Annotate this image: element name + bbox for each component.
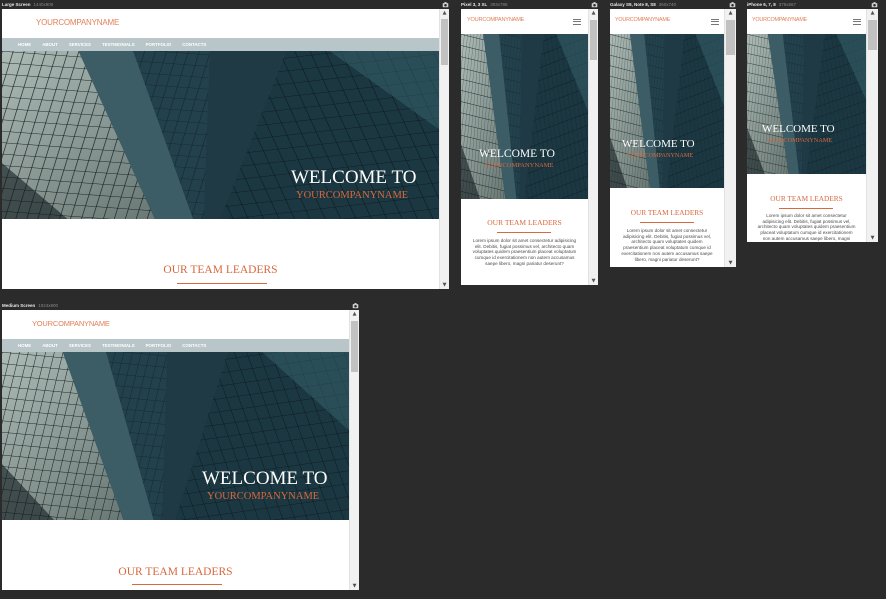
hero-banner: WELCOME TO YOURCOMPANYNAME: [461, 34, 588, 199]
scroll-up-arrow-icon[interactable]: ▲: [350, 310, 359, 318]
nav-item-services[interactable]: SERVICES: [69, 42, 91, 47]
hero-welcome-text: WELCOME TO: [291, 167, 417, 188]
device-frame-iphone: iPhone 6, 7, 8 375x667 YOURCOMPANYNAME WE…: [747, 2, 878, 242]
section-title: OUR TEAM LEADERS: [118, 566, 233, 578]
camera-icon[interactable]: [352, 302, 359, 309]
device-frame-galaxy: Galaxy S9, Note 8, S8 360x740 YOURCOMPANY…: [610, 2, 736, 267]
section-title: OUR TEAM LEADERS: [630, 208, 704, 217]
website-page: YOURCOMPANYNAME WELCOME TO YOURCOMPANYNA…: [610, 9, 724, 267]
scroll-up-arrow-icon[interactable]: ▲: [867, 9, 878, 17]
hero-building-image: [461, 34, 588, 199]
hero-company-text: YOURCOMPANYNAME: [627, 152, 694, 159]
section-title-underline: [640, 222, 694, 223]
scrollbar-thumb[interactable]: [351, 321, 358, 372]
section-text: Lorem ipsum dolor sit amet consectetur a…: [621, 228, 713, 262]
scrollbar[interactable]: ▲ ▼: [866, 9, 878, 242]
device-frame-pixel: Pixel 3, 3 XL 393x786 YOURCOMPANYNAME WEL…: [461, 2, 598, 285]
hamburger-menu-icon[interactable]: [711, 19, 719, 25]
company-logo[interactable]: YOURCOMPANYNAME: [615, 17, 670, 23]
nav-item-portfolio[interactable]: PORTFOLIO: [146, 42, 172, 47]
hero-company-text: YOURCOMPANYNAME: [484, 162, 554, 169]
hamburger-menu-icon[interactable]: [573, 19, 581, 25]
scrollbar[interactable]: ▲ ▼: [588, 9, 598, 285]
device-frame-large: Large Screen 1440x900 YOURCOMPANYNAME HOM…: [2, 2, 449, 289]
nav-item-home[interactable]: HOME: [18, 42, 31, 47]
company-logo[interactable]: YOURCOMPANYNAME: [32, 319, 110, 328]
camera-icon[interactable]: [591, 1, 598, 8]
section-title: OUR TEAM LEADERS: [487, 218, 562, 227]
nav-bar: HOME ABOUT SERVICES TESTIMONIALS PORTFOL…: [2, 339, 349, 352]
scroll-down-arrow-icon[interactable]: ▼: [350, 582, 359, 590]
hero-banner: WELCOME TO YOURCOMPANYNAME: [610, 34, 724, 188]
hero-banner: WELCOME TO YOURCOMPANYNAME: [2, 352, 349, 520]
scroll-up-arrow-icon[interactable]: ▲: [725, 9, 736, 17]
hero-building-image: [747, 34, 866, 174]
nav-item-portfolio[interactable]: PORTFOLIO: [146, 343, 172, 348]
company-logo[interactable]: YOURCOMPANYNAME: [752, 17, 807, 23]
nav-item-testimonials[interactable]: TESTIMONIALS: [102, 42, 135, 47]
section-title-underline: [177, 283, 267, 284]
section-text: Lorem ipsum dolor sit amet consectetur a…: [757, 213, 856, 242]
nav-item-home[interactable]: HOME: [18, 343, 31, 348]
hero-company-text: YOURCOMPANYNAME: [766, 137, 833, 144]
scroll-up-arrow-icon[interactable]: ▲: [440, 9, 449, 17]
nav-item-testimonials[interactable]: TESTIMONIALS: [102, 343, 135, 348]
scrollbar[interactable]: ▲ ▼: [724, 9, 736, 267]
scrollbar-thumb[interactable]: [441, 19, 448, 65]
device-title-galaxy: Galaxy S9, Note 8, S8 360x740: [610, 2, 677, 7]
hero-company-text: YOURCOMPANYNAME: [296, 190, 409, 201]
device-title-iphone: iPhone 6, 7, 8 375x667: [747, 2, 797, 7]
nav-item-about[interactable]: ABOUT: [42, 343, 58, 348]
scrollbar[interactable]: ▲ ▼: [439, 9, 449, 289]
scroll-down-arrow-icon[interactable]: ▼: [867, 234, 878, 242]
device-title-large: Large Screen 1440x900: [2, 2, 54, 7]
section-text: Lorem ipsum dolor sit amet consectetur a…: [472, 238, 577, 266]
hero-banner: WELCOME TO YOURCOMPANYNAME: [747, 34, 866, 174]
hero-banner: WELCOME TO YOURCOMPANYNAME: [2, 51, 439, 219]
hero-welcome-text: WELCOME TO: [202, 468, 328, 489]
hero-welcome-text: WELCOME TO: [622, 138, 695, 150]
website-page: YOURCOMPANYNAME WELCOME TO YOURCOMPANYNA…: [461, 9, 588, 285]
camera-icon[interactable]: [442, 1, 449, 8]
scrollbar[interactable]: ▲ ▼: [349, 310, 359, 590]
scrollbar-thumb[interactable]: [590, 20, 597, 60]
section-title-underline: [132, 584, 222, 585]
website-page: YOURCOMPANYNAME WELCOME TO YOURCOMPANYNA…: [747, 9, 866, 242]
scroll-down-arrow-icon[interactable]: ▼: [725, 259, 736, 267]
nav-item-services[interactable]: SERVICES: [69, 343, 91, 348]
scroll-up-arrow-icon[interactable]: ▲: [589, 9, 598, 17]
nav-item-about[interactable]: ABOUT: [42, 42, 58, 47]
hero-building-image: [610, 34, 724, 188]
section-title-underline: [497, 232, 551, 233]
section-title: OUR TEAM LEADERS: [770, 194, 843, 203]
hero-welcome-text: WELCOME TO: [762, 123, 835, 135]
camera-icon[interactable]: [871, 1, 878, 8]
website-page: YOURCOMPANYNAME HOME ABOUT SERVICES TEST…: [2, 310, 349, 590]
section-title: OUR TEAM LEADERS: [163, 264, 278, 276]
website-page: YOURCOMPANYNAME HOME ABOUT SERVICES TEST…: [2, 9, 439, 289]
company-logo[interactable]: YOURCOMPANYNAME: [36, 18, 119, 27]
device-title-medium: Medium Screen 1024x800: [2, 303, 59, 308]
nav-item-contacts[interactable]: CONTACTS: [182, 42, 206, 47]
scroll-down-arrow-icon[interactable]: ▼: [589, 277, 598, 285]
scrollbar-thumb[interactable]: [726, 20, 735, 55]
device-title-pixel: Pixel 3, 3 XL 393x786: [461, 2, 508, 7]
company-logo[interactable]: YOURCOMPANYNAME: [467, 17, 524, 23]
scroll-down-arrow-icon[interactable]: ▼: [440, 281, 449, 289]
camera-icon[interactable]: [729, 1, 736, 8]
scrollbar-thumb[interactable]: [868, 20, 877, 50]
nav-bar: HOME ABOUT SERVICES TESTIMONIALS PORTFOL…: [2, 38, 439, 51]
nav-item-contacts[interactable]: CONTACTS: [182, 343, 206, 348]
device-frame-medium: Medium Screen 1024x800 YOURCOMPANYNAME HO…: [2, 303, 359, 590]
hero-welcome-text: WELCOME TO: [479, 148, 555, 160]
section-title-underline: [779, 208, 833, 209]
hero-company-text: YOURCOMPANYNAME: [207, 491, 320, 502]
hamburger-menu-icon[interactable]: [853, 19, 861, 25]
